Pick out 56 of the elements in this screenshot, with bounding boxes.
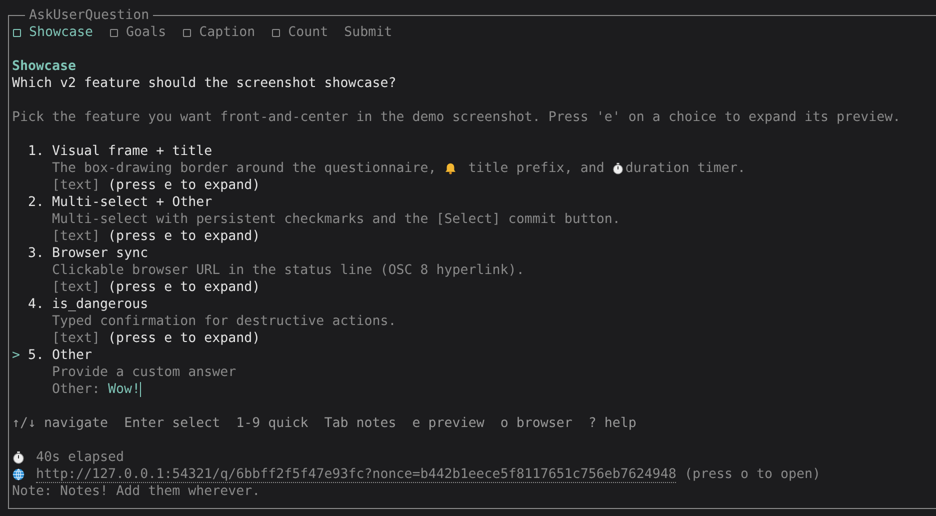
key-hint: ? help — [588, 415, 636, 432]
preview-tag: [text] — [52, 177, 100, 194]
option-description: duration timer. — [625, 160, 746, 177]
preview-hint: (press e to expand) — [108, 279, 260, 296]
key-hint: e preview — [412, 415, 484, 432]
key-hint: ↑/↓ navigate — [12, 415, 108, 432]
option-label[interactable]: Visual frame + title — [52, 143, 212, 160]
question-header: Showcase — [12, 58, 76, 75]
question-text: Which v2 feature should the screenshot showcase? — [12, 75, 396, 92]
preview-tag: [text] — [52, 228, 100, 245]
url-hint: (press o to open) — [684, 466, 821, 483]
checkbox-icon — [110, 28, 118, 36]
option-description: Provide a custom answer — [52, 364, 236, 381]
checkbox-icon — [183, 28, 192, 36]
question-tab[interactable]: Goals — [109, 24, 166, 41]
key-hint: Tab notes — [324, 415, 396, 432]
option-label[interactable]: is_dangerous — [52, 296, 148, 313]
preview-tag: [text] — [52, 279, 100, 296]
option-description: title prefix, and — [467, 160, 606, 177]
stopwatch-icon — [12, 451, 25, 464]
elapsed-time: 40s elapsed — [36, 449, 124, 466]
cursor-marker: > — [12, 348, 20, 363]
option-description: Typed confirmation for destructive actions. — [52, 313, 396, 330]
key-hint: Enter select — [124, 415, 220, 432]
bell-icon — [444, 162, 458, 175]
option-label[interactable]: Browser sync — [52, 245, 148, 262]
key-hint: o browser — [500, 415, 572, 432]
note-text: Note: Notes! Add them wherever. — [12, 483, 260, 500]
answer-input[interactable]: Wow! — [108, 382, 142, 397]
option-label[interactable]: Other — [52, 347, 92, 364]
preview-hint: (press e to expand) — [108, 330, 260, 347]
question-hint: Pick the feature you want front-and-center in the demo screenshot. Press 'e' on a choice to expand its preview. — [12, 109, 901, 126]
option-description: Multi-select with persistent checkmarks and the [Select] commit button. — [52, 211, 620, 228]
option-number: 1. — [28, 143, 44, 160]
question-tab[interactable]: Submit — [344, 24, 392, 41]
stopwatch-icon — [612, 162, 624, 175]
option-number: 4. — [28, 296, 44, 313]
option-number: 5. — [28, 347, 44, 364]
question-tab[interactable]: Caption — [182, 24, 256, 41]
frame-title: AskUserQuestion — [25, 7, 154, 24]
checkbox-icon — [272, 28, 280, 36]
globe-icon — [12, 468, 25, 481]
preview-hint: (press e to expand) — [108, 228, 260, 245]
browser-url-link[interactable]: http://127.0.0.1:54321/q/6bbff2f5f47e93fc?nonce=b442b1eece5f8117651c756eb7624948 — [36, 466, 676, 482]
option-number: 3. — [28, 245, 44, 262]
preview-hint: (press e to expand) — [108, 177, 260, 194]
key-hint: 1-9 quick — [236, 415, 308, 432]
option-number: 2. — [28, 194, 44, 211]
question-tab[interactable]: Count — [271, 24, 328, 41]
checkbox-icon — [13, 28, 21, 36]
preview-tag: [text] — [52, 330, 100, 347]
option-label[interactable]: Multi-select + Other — [52, 194, 212, 211]
question-tab[interactable]: Showcase — [12, 24, 94, 41]
input-label: Other: — [52, 381, 100, 398]
option-description: The box-drawing border around the questionnaire, — [52, 160, 438, 177]
option-description: Clickable browser URL in the status line (OSC 8 hyperlink). — [52, 262, 524, 279]
